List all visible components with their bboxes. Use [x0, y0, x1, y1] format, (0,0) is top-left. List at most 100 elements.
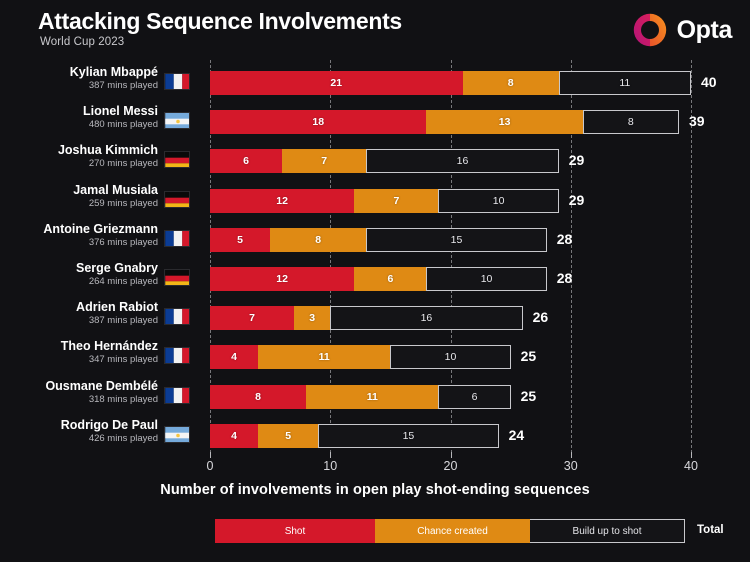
bar-segment-chance-created[interactable]: 8 — [270, 227, 367, 252]
bar-segment-shot[interactable]: 8 — [210, 384, 307, 409]
segment-value: 11 — [318, 351, 330, 364]
bar-segment-build-up[interactable]: 6 — [438, 384, 511, 409]
stacked-bar[interactable]: 8 11 6 — [210, 384, 511, 409]
bar-segment-shot[interactable]: 7 — [210, 306, 295, 331]
bar-segment-chance-created[interactable]: 5 — [258, 423, 319, 448]
segment-value: 18 — [312, 116, 325, 129]
legend-label: Shot — [284, 525, 306, 537]
chart-row[interactable]: Theo Hernández 347 mins played 4 11 10 25 — [0, 339, 750, 379]
player-minutes: 480 mins played — [88, 119, 158, 131]
bar-segment-chance-created[interactable]: 8 — [462, 71, 559, 95]
player-name: Ousmane Dembélé — [45, 378, 158, 393]
axis-tick — [691, 452, 692, 458]
bar-segment-build-up[interactable]: 15 — [318, 423, 499, 448]
segment-value: 15 — [402, 429, 415, 442]
chart-row[interactable]: Jamal Musiala 259 mins played 12 7 10 29 — [0, 183, 750, 223]
player-label: Kylian Mbappé 387 mins played — [0, 65, 158, 92]
chart-plot-area: Kylian Mbappé 387 mins played 21 8 11 40 Lione… — [0, 60, 750, 460]
segment-value: 10 — [480, 273, 493, 285]
segment-value: 6 — [243, 155, 249, 168]
stacked-bar[interactable]: 4 5 15 — [210, 423, 499, 448]
stacked-bar[interactable]: 7 3 16 — [210, 306, 523, 331]
axis-tick-label: 40 — [684, 459, 698, 473]
chart-row[interactable]: Joshua Kimmich 270 mins played 6 7 16 29 — [0, 143, 750, 183]
player-name: Jamal Musiala — [73, 182, 158, 197]
segment-value: 11 — [619, 77, 631, 89]
player-minutes: 347 mins played — [88, 354, 158, 366]
player-name: Rodrigo De Paul — [60, 417, 158, 432]
legend-item-build-up-to-shot[interactable]: Build up to shot — [530, 519, 685, 543]
row-total-value: 24 — [508, 426, 525, 443]
stacked-bar[interactable]: 12 7 10 — [210, 188, 559, 213]
player-minutes: 259 mins played — [88, 197, 158, 209]
player-label: Adrien Rabiot 387 mins played — [0, 300, 158, 327]
chart-row[interactable]: Serge Gnabry 264 mins played 12 6 10 28 — [0, 261, 750, 301]
stacked-bar[interactable]: 21 8 11 — [210, 71, 691, 95]
bar-segment-build-up[interactable]: 10 — [426, 267, 547, 291]
bar-segment-chance-created[interactable]: 7 — [354, 188, 439, 213]
stacked-bar[interactable]: 5 8 15 — [210, 227, 547, 252]
bar-segment-build-up[interactable]: 16 — [366, 149, 559, 174]
stacked-bar[interactable]: 4 11 10 — [210, 345, 511, 370]
page-title: Attacking Sequence Involvements — [38, 8, 402, 34]
bar-segment-chance-created[interactable]: 11 — [258, 345, 391, 370]
x-axis-label: Number of involvements in open play shot… — [160, 482, 590, 498]
bar-segment-shot[interactable]: 18 — [210, 110, 427, 135]
bar-segment-chance-created[interactable]: 13 — [426, 110, 583, 135]
segment-value: 8 — [255, 390, 262, 403]
player-label: Serge Gnabry 264 mins played — [0, 261, 158, 288]
player-label: Ousmane Dembélé 318 mins played — [0, 379, 158, 406]
legend-label: Build up to shot — [572, 525, 642, 537]
chart-legend: Shot Chance created Build up to shot — [215, 519, 685, 543]
chart-row[interactable]: Lionel Messi 480 mins played 18 13 8 39 — [0, 104, 750, 144]
bar-segment-build-up[interactable]: 10 — [390, 345, 511, 370]
chart-row[interactable]: Antoine Griezmann 376 mins played 5 8 15 28 — [0, 222, 750, 262]
legend-item-chance-created[interactable]: Chance created — [375, 519, 530, 543]
stacked-bar[interactable]: 12 6 10 — [210, 267, 547, 291]
segment-value: 7 — [249, 312, 255, 325]
bar-segment-shot[interactable]: 4 — [210, 345, 259, 370]
stacked-bar[interactable]: 6 7 16 — [210, 149, 559, 174]
germany-flag-icon — [164, 151, 190, 169]
germany-flag-icon — [164, 190, 190, 208]
segment-value: 13 — [498, 116, 511, 129]
segment-value: 5 — [237, 233, 243, 246]
chart-row[interactable]: Ousmane Dembélé 318 mins played 8 11 6 25 — [0, 379, 750, 419]
legend-total-label: Total — [697, 524, 724, 536]
row-total-value: 25 — [520, 387, 537, 404]
bar-segment-shot[interactable]: 6 — [210, 149, 283, 174]
bar-segment-build-up[interactable]: 16 — [330, 306, 523, 331]
argentina-flag-icon — [164, 425, 190, 443]
segment-value: 8 — [507, 77, 514, 89]
bar-segment-shot[interactable]: 4 — [210, 423, 259, 448]
opta-logo: Opta — [632, 12, 732, 48]
bar-segment-build-up[interactable]: 8 — [582, 110, 679, 135]
bar-segment-chance-created[interactable]: 6 — [354, 267, 427, 291]
row-total-value: 40 — [701, 74, 717, 90]
player-label: Jamal Musiala 259 mins played — [0, 183, 158, 210]
chart-root: Attacking Sequence Involvements World Cu… — [0, 0, 750, 562]
row-total-value: 39 — [688, 113, 705, 130]
segment-value: 3 — [309, 312, 316, 325]
bar-segment-chance-created[interactable]: 3 — [294, 306, 331, 331]
legend-item-shot[interactable]: Shot — [215, 519, 375, 543]
player-minutes: 387 mins played — [88, 80, 158, 91]
bar-segment-shot[interactable]: 5 — [210, 227, 271, 252]
chart-row[interactable]: Adrien Rabiot 387 mins played 7 3 16 26 — [0, 300, 750, 340]
segment-value: 7 — [321, 155, 328, 168]
bar-segment-shot[interactable]: 12 — [210, 267, 355, 291]
player-name: Kylian Mbappé — [69, 65, 158, 79]
row-total-value: 25 — [520, 348, 537, 365]
chart-row[interactable]: Kylian Mbappé 387 mins played 21 8 11 40 — [0, 65, 750, 105]
france-flag-icon — [164, 229, 190, 247]
player-label: Antoine Griezmann 376 mins played — [0, 222, 158, 249]
bar-segment-build-up[interactable]: 10 — [438, 188, 559, 213]
bar-segment-build-up[interactable]: 11 — [558, 71, 691, 95]
stacked-bar[interactable]: 18 13 8 — [210, 110, 679, 135]
bar-segment-chance-created[interactable]: 11 — [306, 384, 439, 409]
bar-segment-shot[interactable]: 12 — [210, 188, 355, 213]
bar-segment-build-up[interactable]: 15 — [366, 227, 547, 252]
player-minutes: 270 mins played — [88, 158, 158, 170]
bar-segment-chance-created[interactable]: 7 — [282, 149, 367, 174]
bar-segment-shot[interactable]: 21 — [210, 71, 463, 95]
